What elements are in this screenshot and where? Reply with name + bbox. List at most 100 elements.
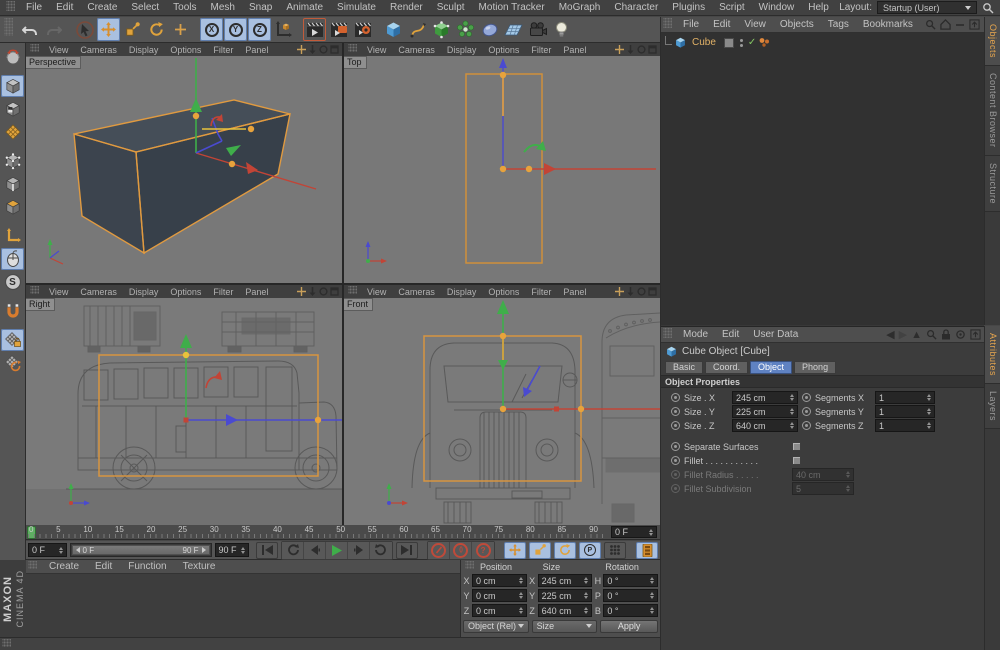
scale-tool-button[interactable] [121,18,144,41]
size-y-field[interactable]: 225 cm [538,589,593,602]
size-z-input[interactable]: 640 cm [732,419,798,432]
om-menu-bookmarks[interactable]: Bookmarks [856,19,920,30]
coords-grip[interactable] [465,561,474,569]
om-grip[interactable] [663,18,672,28]
stepper-icon[interactable] [581,592,588,599]
key-scale-button[interactable] [529,542,551,559]
render-to-picture-viewer-button[interactable] [327,18,350,41]
vp-menu-filter[interactable]: Filter [525,287,557,297]
layout-dropdown[interactable]: Startup (User) [877,1,977,14]
rotate-view-icon[interactable] [319,287,328,296]
frame-range-slider[interactable]: 0 F 90 F [70,543,212,557]
menu-motion-tracker[interactable]: Motion Tracker [472,2,552,13]
goto-start-button[interactable] [256,542,278,559]
search-icon[interactable] [925,19,936,30]
pan-view-icon[interactable] [297,45,306,54]
vp-menu-filter[interactable]: Filter [207,45,239,55]
coordinate-system-button[interactable] [272,18,295,41]
make-editable-button[interactable] [1,46,24,68]
menu-script[interactable]: Script [712,2,752,13]
stepper-icon[interactable] [924,408,931,415]
goto-end-button[interactable] [396,542,418,559]
om-menu-tags[interactable]: Tags [821,19,856,30]
om-menu-objects[interactable]: Objects [773,19,821,30]
key-pla-button[interactable] [604,542,626,559]
tab-phong[interactable]: Phong [794,361,836,374]
previous-frame-button[interactable] [304,542,326,559]
lock-workplane-button[interactable] [1,329,24,351]
vp-menu-options[interactable]: Options [482,287,525,297]
apply-button[interactable]: Apply [600,620,658,633]
stepper-icon[interactable] [516,592,523,599]
points-mode-button[interactable] [1,150,24,172]
search-icon[interactable] [982,2,994,14]
vp-menu-display[interactable]: Display [123,45,165,55]
side-tab-content-browser[interactable]: Content Browser [985,66,1000,156]
vp-menu-display[interactable]: Display [123,287,165,297]
vp-menu-options[interactable]: Options [482,45,525,55]
add-array-button[interactable] [454,18,477,41]
menu-render[interactable]: Render [383,2,430,13]
rotate-view-icon[interactable] [637,287,646,296]
viewport-grip[interactable] [30,44,39,52]
position-x-field[interactable]: 0 cm [472,574,527,587]
play-backwards-button[interactable] [282,542,304,559]
panel-detach-icon[interactable] [970,329,981,340]
add-cube-button[interactable] [382,18,405,41]
fillet-checkbox[interactable] [792,456,801,465]
stepper-icon[interactable] [581,607,588,614]
stepper-icon[interactable] [647,607,654,614]
play-button[interactable] [326,542,348,559]
stepper-icon[interactable] [646,529,653,536]
vp-menu-options[interactable]: Options [164,45,207,55]
enabled-check-icon[interactable]: ✓ [748,37,756,48]
search-icon[interactable] [926,329,937,340]
record-keyframe-button[interactable] [428,542,450,559]
mat-menu-edit[interactable]: Edit [87,561,120,572]
menu-tools[interactable]: Tools [166,2,203,13]
gear-icon[interactable] [955,329,966,340]
stepper-icon[interactable] [516,577,523,584]
key-rotation-button[interactable] [554,542,576,559]
toggle-view-icon[interactable] [648,287,657,296]
move-tool-button[interactable] [97,18,120,41]
editor-visibility-dot[interactable] [740,39,743,47]
om-menu-file[interactable]: File [676,19,706,30]
vp-menu-view[interactable]: View [43,287,74,297]
workplane-mode-button[interactable] [1,121,24,143]
side-tab-objects[interactable]: Objects [985,17,1000,66]
stepper-icon[interactable] [787,394,794,401]
segments-x-input[interactable]: 1 [875,391,935,404]
toggle-view-icon[interactable] [330,287,339,296]
history-back-icon[interactable]: ◀ [886,328,894,341]
pan-view-icon[interactable] [615,287,624,296]
vp-menu-cameras[interactable]: Cameras [74,287,123,297]
mat-menu-texture[interactable]: Texture [175,561,224,572]
attr-menu-mode[interactable]: Mode [676,329,715,340]
top-canvas[interactable] [344,56,660,283]
loop-button[interactable] [370,542,392,559]
magnet-button[interactable] [1,300,24,322]
size-z-field[interactable]: 640 cm [538,604,593,617]
viewport-top[interactable]: View Cameras Display Options Filter Pane… [344,43,660,283]
vp-menu-view[interactable]: View [361,45,392,55]
size-x-input[interactable]: 245 cm [732,391,798,404]
menu-window[interactable]: Window [752,2,802,13]
vp-menu-panel[interactable]: Panel [557,45,592,55]
lock-z-axis-button[interactable]: Z [248,18,271,41]
object-manager-body[interactable]: Cube ✓ [661,33,984,325]
segments-z-input[interactable]: 1 [875,419,935,432]
vp-menu-panel[interactable]: Panel [239,45,274,55]
snap-button[interactable]: S [1,271,24,293]
zoom-view-icon[interactable] [308,287,317,296]
side-tab-layers[interactable]: Layers [985,384,1000,429]
rotation-b-field[interactable]: 0 ° [603,604,658,617]
home-icon[interactable] [940,19,951,30]
viewport-right[interactable]: View Cameras Display Options Filter Pane… [26,285,342,525]
parent-object-icon[interactable]: ▲ [911,329,922,341]
keyframe-selection-button[interactable]: ? [472,542,494,559]
zoom-view-icon[interactable] [626,45,635,54]
viewport-solo-button[interactable] [1,248,24,270]
menubar-grip[interactable] [6,1,15,11]
stepper-icon[interactable] [787,408,794,415]
